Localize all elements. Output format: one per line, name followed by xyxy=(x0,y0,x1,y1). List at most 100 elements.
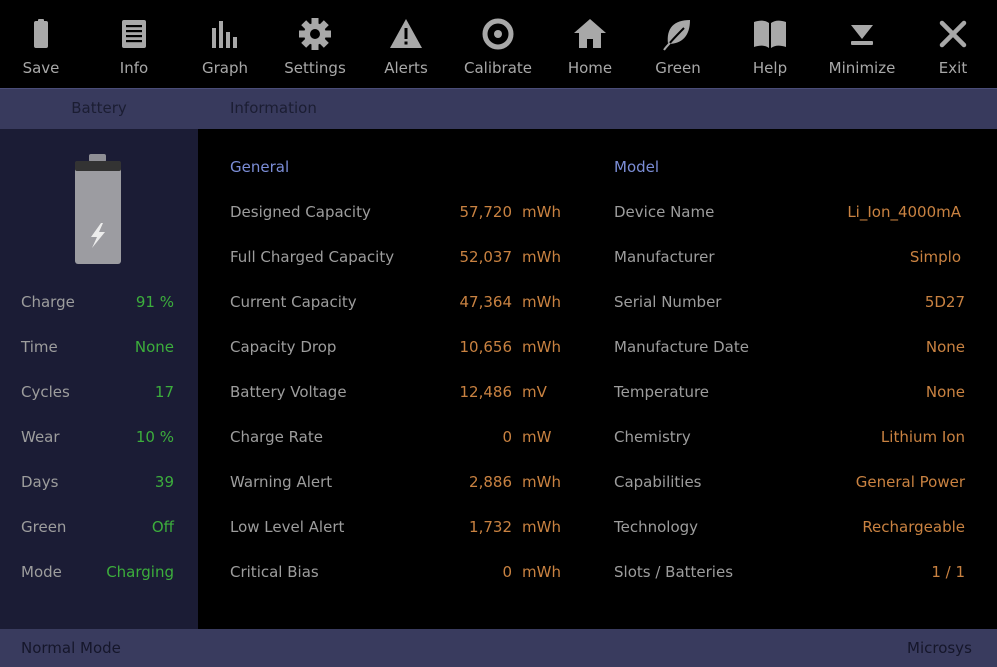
stat-label: Cycles xyxy=(21,383,70,401)
minimize-button[interactable]: Minimize xyxy=(817,0,907,88)
home-label: Home xyxy=(567,59,613,77)
battery-header: Battery xyxy=(71,99,127,117)
general-section-title: General xyxy=(230,158,290,176)
row-label: Chemistry xyxy=(614,428,691,446)
settings-label: Settings xyxy=(284,59,346,77)
target-icon xyxy=(480,16,516,52)
row-unit: mWh xyxy=(522,473,561,491)
row-label: Device Name xyxy=(614,203,715,221)
list-icon xyxy=(116,16,152,52)
stat-wear: Wear 10 % xyxy=(21,428,174,450)
stat-value: None xyxy=(134,338,174,356)
row-value: 47,364 xyxy=(459,293,513,311)
row-value: General Power xyxy=(855,473,965,491)
toolbar: Save Info Graph Settings Alerts Calibrat… xyxy=(0,0,997,88)
gear-icon xyxy=(297,16,333,52)
green-label: Green xyxy=(655,59,701,77)
general-row-designed-capacity: Designed Capacity 57,720 mWh xyxy=(230,203,562,225)
home-icon xyxy=(572,16,608,52)
help-button[interactable]: Help xyxy=(725,0,815,88)
book-icon xyxy=(752,16,788,52)
row-value: 52,037 xyxy=(459,248,513,266)
stat-label: Mode xyxy=(21,563,62,581)
model-section-title: Model xyxy=(614,158,660,176)
stat-cycles: Cycles 17 xyxy=(21,383,174,405)
row-label: Current Capacity xyxy=(230,293,357,311)
general-row-capacity-drop: Capacity Drop 10,656 mWh xyxy=(230,338,562,360)
general-row-full-charged-capacity: Full Charged Capacity 52,037 mWh xyxy=(230,248,562,270)
info-button[interactable]: Info xyxy=(89,0,179,88)
stat-green: Green Off xyxy=(21,518,174,540)
information-panel: General Model Designed Capacity 57,720 m… xyxy=(198,129,997,629)
close-icon xyxy=(935,16,971,52)
stat-label: Charge xyxy=(21,293,75,311)
row-unit: mW xyxy=(522,428,552,446)
row-label: Capabilities xyxy=(614,473,702,491)
model-row-slots-batteries: Slots / Batteries 1 / 1 xyxy=(614,563,965,585)
stat-days: Days 39 xyxy=(21,473,174,495)
minimize-icon xyxy=(844,16,880,52)
row-label: Low Level Alert xyxy=(230,518,345,536)
row-label: Warning Alert xyxy=(230,473,333,491)
stat-value: Off xyxy=(151,518,174,536)
general-row-current-capacity: Current Capacity 47,364 mWh xyxy=(230,293,562,315)
battery-charging-icon xyxy=(75,154,121,264)
row-value: None xyxy=(925,338,965,356)
status-mode: Normal Mode xyxy=(21,639,121,657)
row-value: 1,732 xyxy=(469,518,512,536)
save-button[interactable]: Save xyxy=(0,0,86,88)
model-row-chemistry: Chemistry Lithium Ion xyxy=(614,428,965,450)
row-value: Rechargeable xyxy=(862,518,965,536)
model-row-technology: Technology Rechargeable xyxy=(614,518,965,540)
row-unit: mWh xyxy=(522,293,561,311)
row-value: 0 xyxy=(502,563,512,581)
row-label: Full Charged Capacity xyxy=(230,248,395,266)
info-label: Info xyxy=(119,59,149,77)
green-button[interactable]: Green xyxy=(633,0,723,88)
general-row-warning-alert: Warning Alert 2,886 mWh xyxy=(230,473,562,495)
row-value: None xyxy=(925,383,965,401)
calibrate-label: Calibrate xyxy=(464,59,532,77)
general-row-battery-voltage: Battery Voltage 12,486 mV xyxy=(230,383,562,405)
home-button[interactable]: Home xyxy=(545,0,635,88)
model-row-temperature: Temperature None xyxy=(614,383,965,405)
header-bar: Battery Information xyxy=(0,88,997,129)
row-label: Manufacturer xyxy=(614,248,715,266)
row-value: Simplo xyxy=(909,248,961,266)
row-unit: mWh xyxy=(522,248,561,266)
model-row-manufacture-date: Manufacture Date None xyxy=(614,338,965,360)
row-unit: mV xyxy=(522,383,547,401)
row-value: 57,720 xyxy=(459,203,513,221)
row-label: Designed Capacity xyxy=(230,203,371,221)
row-value: Li_Ion_4000mA xyxy=(847,203,961,221)
stat-label: Wear xyxy=(21,428,60,446)
warning-icon xyxy=(388,16,424,52)
general-row-critical-bias: Critical Bias 0 mWh xyxy=(230,563,562,585)
battery-sidebar: Charge 91 % Time None Cycles 17 Wear 10 … xyxy=(0,129,198,629)
row-unit: mWh xyxy=(522,203,561,221)
row-label: Critical Bias xyxy=(230,563,319,581)
exit-button[interactable]: Exit xyxy=(908,0,997,88)
row-value: 10,656 xyxy=(459,338,513,356)
row-value: 2,886 xyxy=(469,473,512,491)
row-value: 1 / 1 xyxy=(931,563,965,581)
row-label: Slots / Batteries xyxy=(614,563,734,581)
stat-value: 91 % xyxy=(135,293,174,311)
calibrate-button[interactable]: Calibrate xyxy=(453,0,543,88)
model-row-device-name: Device Name Li_Ion_4000mA xyxy=(614,203,965,225)
help-label: Help xyxy=(752,59,788,77)
exit-label: Exit xyxy=(938,59,968,77)
alerts-button[interactable]: Alerts xyxy=(361,0,451,88)
settings-button[interactable]: Settings xyxy=(270,0,360,88)
stat-label: Green xyxy=(21,518,67,536)
status-bar: Normal Mode Microsys xyxy=(0,629,997,667)
row-label: Battery Voltage xyxy=(230,383,347,401)
stat-label: Days xyxy=(21,473,59,491)
row-label: Charge Rate xyxy=(230,428,323,446)
general-row-charge-rate: Charge Rate 0 mW xyxy=(230,428,562,450)
model-row-manufacturer: Manufacturer Simplo xyxy=(614,248,965,270)
graph-button[interactable]: Graph xyxy=(180,0,270,88)
information-header: Information xyxy=(230,99,317,117)
minimize-label: Minimize xyxy=(828,59,896,77)
graph-label: Graph xyxy=(201,59,248,77)
